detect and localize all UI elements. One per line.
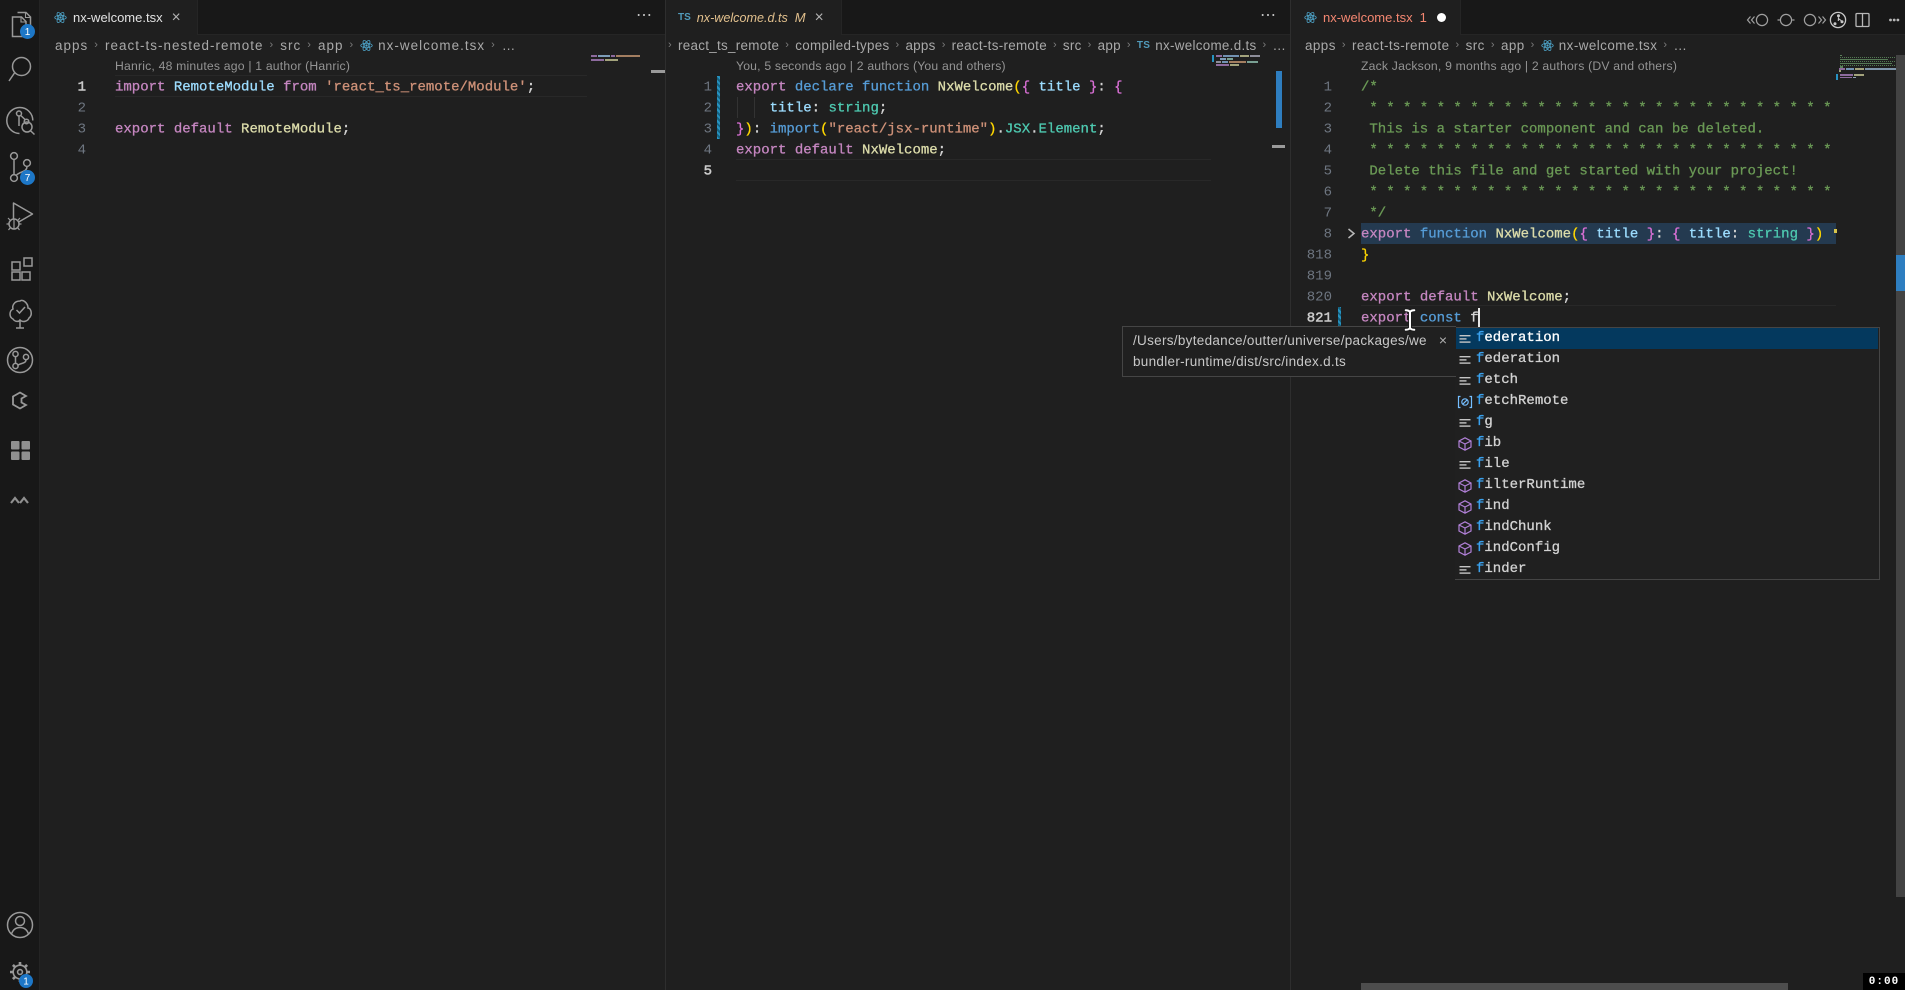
svg-text:1: 1 — [25, 27, 31, 38]
svg-text:7: 7 — [25, 173, 31, 184]
svg-text:1: 1 — [23, 977, 29, 988]
